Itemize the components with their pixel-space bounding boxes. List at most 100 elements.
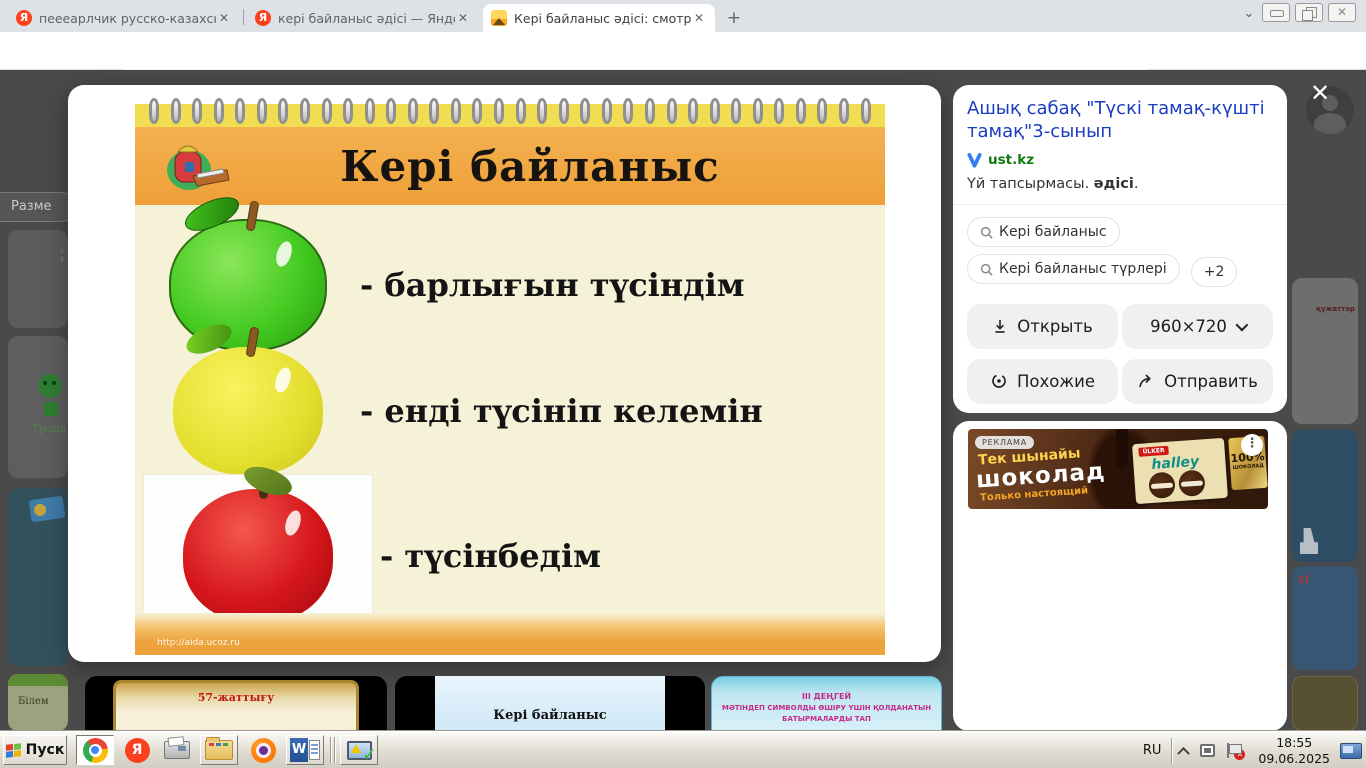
query-chip-1[interactable]: Кері байланыс — [967, 217, 1120, 247]
restore-button[interactable] — [1295, 3, 1323, 22]
microscope-icon — [1300, 528, 1318, 554]
ad-banner[interactable]: РЕКЛАМА Тек шынайы шоколад Только настоя… — [968, 429, 1268, 509]
slide-item-text: - барлығын түсіндім — [360, 266, 745, 304]
related-query-chips: Кері байланыс Кері байланыс түрлері +2 — [967, 217, 1273, 294]
yandex-browser-icon: Я — [125, 738, 150, 763]
similar-images-icon — [990, 372, 1008, 390]
slide-row-green: - барлығын түсіндім — [135, 219, 885, 351]
query-chip-2[interactable]: Кері байланыс түрлері — [967, 254, 1180, 284]
taskbar-avast-button[interactable] — [244, 735, 282, 765]
similar-button[interactable]: Похожие — [967, 359, 1118, 404]
cookie-image — [1148, 471, 1176, 499]
slide-body: - барлығын түсіндім - енді түсініп келем… — [135, 205, 885, 625]
result-title-link[interactable]: Ашық сабақ "Түскі тамақ-күшті тамақ"3-сы… — [967, 97, 1273, 143]
time-text: 18:55 — [1276, 735, 1312, 750]
send-button[interactable]: Отправить — [1122, 359, 1273, 404]
tab-close-icon[interactable]: ✕ — [216, 11, 232, 25]
tab-close-icon[interactable]: ✕ — [691, 11, 707, 25]
related-thumbnail-1[interactable]: 57-жаттығу — [85, 676, 387, 731]
taskbar-folder-button[interactable] — [200, 735, 238, 765]
yellow-apple-icon — [173, 347, 323, 475]
taskbar-utility-button[interactable]: ✓ — [340, 735, 378, 765]
dimmed-thumbnail: Білем — [8, 674, 68, 731]
browser-toolbar: ← → ⟳ yandex.kz/images/search?img_url=ht… — [0, 32, 1366, 70]
thumbnail-caption: Кері байланыс — [435, 708, 665, 723]
tray-clock[interactable]: 18:55 09.06.2025 — [1248, 735, 1340, 766]
taskbar-yandex-button[interactable]: Я — [118, 735, 156, 765]
tab-close-icon[interactable]: ✕ — [455, 11, 471, 25]
source-row[interactable]: ust.kz — [967, 152, 1273, 168]
chrome-icon — [83, 738, 108, 763]
taskbar-chrome-button[interactable] — [76, 735, 114, 765]
page-backdrop: Разме cy Түсінд Білем құжаттар сі ✕ — [0, 70, 1366, 731]
image-viewer-card: Кері байланыс - барлығын түсіндім - енді… — [68, 85, 941, 662]
tab-title: Кері байланыс әдісі: смотрите и ск — [514, 11, 691, 26]
share-arrow-icon — [1137, 372, 1155, 390]
language-indicator[interactable]: RU — [1133, 743, 1172, 758]
thumbnail-caption: МӘТІНДЕП СИМВОЛДЫ ӨШІРУ ҮШІН ҚОЛДАНАТЫН — [712, 703, 941, 714]
tab-2[interactable]: Я кері байланыс әдісі — Яндекс: наш ✕ — [247, 4, 479, 32]
size-dropdown[interactable]: 960×720 — [1122, 304, 1273, 349]
tab-separator — [243, 9, 244, 25]
taskbar: Пуск Я W ✓ RU ✕ 18:55 09.06.2025 — [0, 731, 1366, 768]
image-info-panel: Ашық сабақ "Түскі тамақ-күшті тамақ"3-сы… — [953, 85, 1287, 413]
tray-separator — [1171, 738, 1172, 764]
slide-image[interactable]: Кері байланыс - барлығын түсіндім - енді… — [135, 97, 885, 655]
hidden-icons-chevron[interactable] — [1178, 747, 1191, 760]
red-apple-icon — [183, 489, 333, 623]
new-tab-button[interactable]: + — [722, 7, 746, 31]
size-filter-chip[interactable]: Разме — [0, 192, 76, 222]
slide-item-text: - енді түсініп келемін — [360, 392, 763, 430]
thumbnail-caption: 57-жаттығу — [116, 691, 356, 704]
smiley-icon — [38, 374, 62, 398]
dimmed-label: Түсінд — [32, 424, 66, 435]
green-apple-icon — [169, 219, 327, 351]
yandex-favicon: Я — [255, 10, 271, 26]
divider — [953, 204, 1287, 205]
tab-title: пеееарлчик русско-казахский пере — [39, 11, 216, 26]
slide-item-text: - түсінбедім — [380, 537, 601, 575]
tab-search-chevron-icon[interactable]: ⌄ — [1238, 6, 1260, 21]
search-icon — [980, 226, 993, 239]
thumbnail-caption: ІІІ ДЕҢГЕЙ — [712, 691, 941, 703]
show-desktop-icon[interactable] — [1340, 743, 1362, 759]
tab-title: кері байланыс әдісі — Яндекс: наш — [278, 11, 455, 26]
viewer-close-icon[interactable]: ✕ — [1305, 78, 1335, 108]
date-text: 09.06.2025 — [1258, 751, 1330, 766]
taskbar-separator — [330, 737, 331, 763]
plug-tray-icon[interactable] — [1200, 744, 1215, 757]
taskbar-word-button[interactable]: W — [286, 735, 324, 765]
ustkz-favicon — [967, 153, 982, 168]
thumbnail-caption: БАТЫРМАЛАРДЫ ТАП — [712, 714, 941, 725]
yandex-favicon: Я — [16, 10, 32, 26]
action-row-2: Похожие Отправить — [967, 359, 1273, 404]
start-button[interactable]: Пуск — [3, 735, 67, 765]
related-thumbnail-3[interactable]: ІІІ ДЕҢГЕЙ МӘТІНДЕП СИМВОЛДЫ ӨШІРУ ҮШІН … — [711, 676, 942, 731]
avast-browser-icon — [251, 738, 276, 763]
taskbar-fax-button[interactable] — [158, 735, 196, 765]
chevron-down-icon — [1235, 318, 1248, 331]
tab-3-active[interactable]: Кері байланыс әдісі: смотрите и ск ✕ — [483, 4, 715, 32]
result-description: Үй тапсырмасы. әдісі. — [967, 176, 1273, 192]
network-flag-icon[interactable]: ✕ — [1226, 743, 1242, 758]
ad-menu-icon[interactable]: ⋮ — [1241, 434, 1263, 456]
open-button[interactable]: Открыть — [967, 304, 1118, 349]
source-domain: ust.kz — [988, 152, 1034, 168]
thumbs-up-icon — [44, 402, 58, 416]
window-controls: ✕ — [1262, 3, 1356, 22]
close-window-button[interactable]: ✕ — [1328, 3, 1356, 22]
slide-footer: http://aida.ucoz.ru — [135, 613, 885, 655]
more-chips-button[interactable]: +2 — [1191, 257, 1238, 287]
slide-header: Кері байланыс — [135, 127, 885, 205]
kazakh-flag-icon — [29, 496, 66, 523]
action-row-1: Открыть 960×720 — [967, 304, 1273, 349]
watermark-text: http://aida.ucoz.ru — [157, 638, 240, 648]
minimize-button[interactable] — [1262, 3, 1290, 22]
image-favicon — [491, 10, 507, 26]
tab-1[interactable]: Я пеееарлчик русско-казахский пере ✕ — [8, 4, 240, 32]
cookie-image — [1178, 469, 1206, 497]
error-badge-icon: ✕ — [1234, 749, 1245, 760]
related-thumbnail-2[interactable]: Кері байланыс — [395, 676, 705, 731]
dimmed-thumbnail: құжаттар — [1292, 278, 1358, 424]
download-icon — [992, 318, 1008, 334]
